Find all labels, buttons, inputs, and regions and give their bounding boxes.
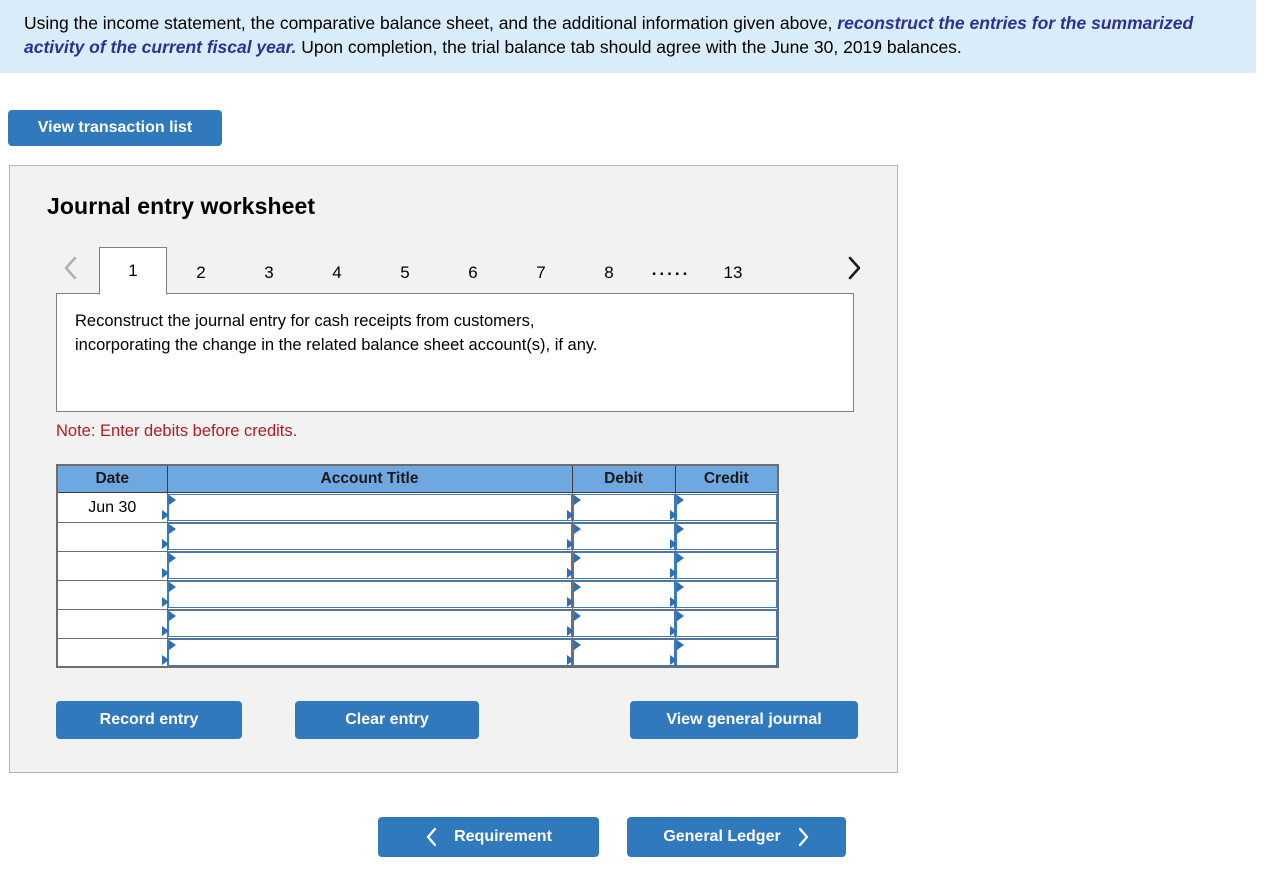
table-row (56, 579, 779, 610)
table-row (56, 637, 779, 668)
worksheet-tab-ellipsis: ..... (651, 260, 691, 279)
requirement-nav-button[interactable]: Requirement (378, 817, 599, 857)
debit-input[interactable] (572, 552, 675, 579)
account-title-select[interactable] (167, 581, 572, 608)
account-title-select[interactable] (167, 523, 572, 550)
journal-entry-table: Date Account Title Debit Credit Jun 30 (56, 464, 779, 668)
worksheet-tab-5[interactable]: 5 (371, 250, 439, 294)
banner-text-before: Using the income statement, the comparat… (24, 13, 838, 33)
worksheet-tab-13[interactable]: 13 (699, 250, 767, 294)
table-row (56, 550, 779, 581)
instruction-line-2: incorporating the change in the related … (75, 335, 598, 354)
account-title-select[interactable] (167, 552, 572, 579)
table-row (56, 521, 779, 552)
debit-input[interactable] (572, 493, 675, 521)
worksheet-tab-1[interactable]: 1 (99, 247, 167, 295)
worksheet-tab-6[interactable]: 6 (439, 250, 507, 294)
chevron-right-icon (797, 827, 810, 847)
date-cell[interactable]: Jun 30 (58, 493, 167, 522)
column-header-account: Account Title (166, 464, 573, 493)
debit-input[interactable] (572, 523, 675, 550)
account-title-select[interactable] (167, 493, 572, 521)
debit-input[interactable] (572, 610, 675, 637)
credit-input[interactable] (675, 638, 777, 666)
credit-input[interactable] (675, 581, 777, 608)
chevron-right-icon[interactable] (841, 250, 867, 286)
worksheet-tab-list: 1 2 3 4 5 6 7 8 ..... 13 (99, 244, 767, 295)
worksheet-tab-7[interactable]: 7 (507, 250, 575, 294)
column-header-debit: Debit (571, 464, 676, 493)
chevron-left-icon[interactable] (58, 250, 84, 286)
worksheet-tab-4[interactable]: 4 (303, 250, 371, 294)
general-ledger-nav-button[interactable]: General Ledger (627, 817, 846, 857)
instruction-line-1: Reconstruct the journal entry for cash r… (75, 312, 535, 330)
debits-before-credits-note: Note: Enter debits before credits. (56, 422, 298, 440)
credit-input[interactable] (675, 552, 777, 579)
clear-entry-button[interactable]: Clear entry (295, 701, 479, 739)
table-row: Jun 30 (56, 491, 779, 523)
credit-input[interactable] (675, 610, 777, 637)
debit-input[interactable] (572, 638, 675, 666)
worksheet-tab-8[interactable]: 8 (575, 250, 643, 294)
chevron-left-icon (425, 827, 438, 847)
view-transaction-list-button[interactable]: View transaction list (8, 110, 222, 146)
view-general-journal-button[interactable]: View general journal (630, 701, 858, 739)
record-entry-button[interactable]: Record entry (56, 701, 242, 739)
requirement-nav-label: Requirement (454, 828, 552, 845)
table-header-row: Date Account Title Debit Credit (56, 464, 779, 493)
credit-input[interactable] (675, 523, 777, 550)
worksheet-tab-3[interactable]: 3 (235, 250, 303, 294)
column-header-date: Date (56, 464, 168, 493)
instruction-banner: Using the income statement, the comparat… (0, 0, 1256, 74)
journal-entry-worksheet-panel: Journal entry worksheet 1 2 3 4 5 6 7 8 … (9, 165, 898, 773)
debit-input[interactable] (572, 581, 675, 608)
banner-text-after: Upon completion, the trial balance tab s… (296, 37, 962, 58)
worksheet-tab-2[interactable]: 2 (167, 250, 235, 294)
general-ledger-nav-label: General Ledger (663, 828, 781, 845)
credit-input[interactable] (675, 493, 777, 521)
account-title-select[interactable] (167, 638, 572, 666)
worksheet-title: Journal entry worksheet (47, 193, 316, 219)
page-root: Using the income statement, the comparat… (0, 0, 1276, 884)
account-title-select[interactable] (167, 610, 572, 637)
table-row (56, 608, 779, 639)
worksheet-tabstrip: 1 2 3 4 5 6 7 8 ..... 13 (47, 244, 869, 295)
column-header-credit: Credit (674, 464, 779, 493)
worksheet-instruction-box: Reconstruct the journal entry for cash r… (56, 293, 854, 412)
